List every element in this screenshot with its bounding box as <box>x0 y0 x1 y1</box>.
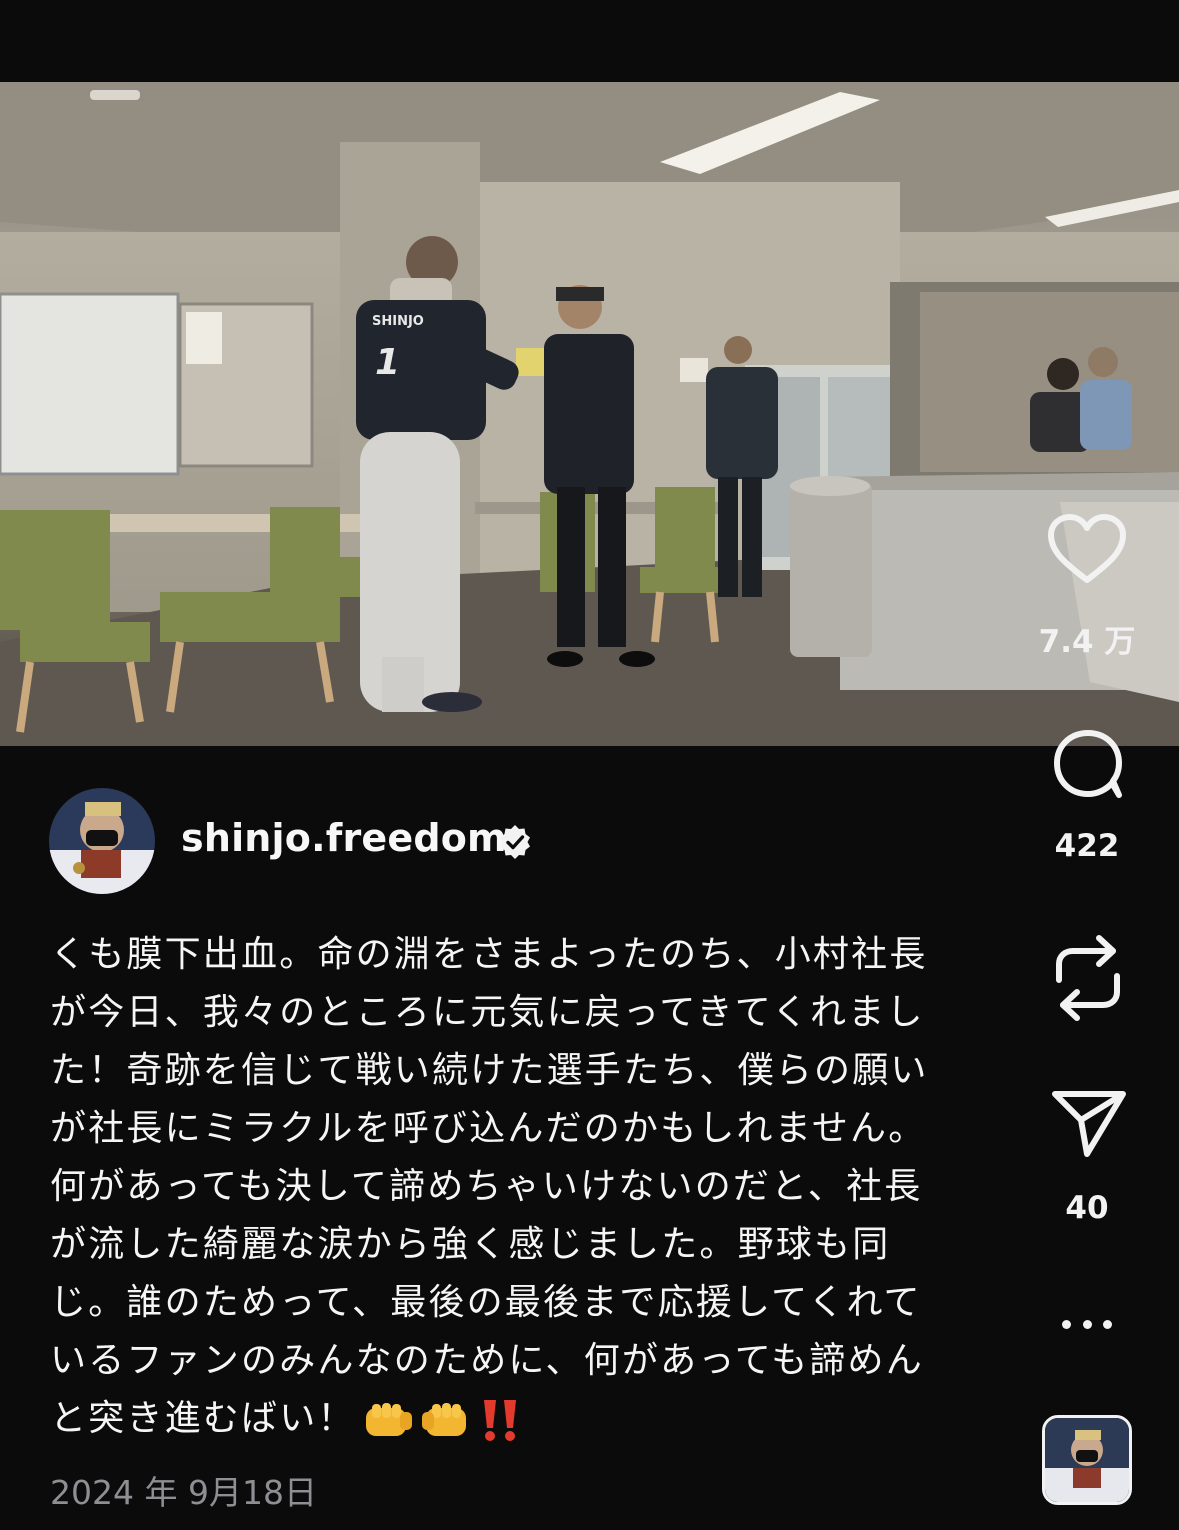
share-button[interactable] <box>1051 1088 1127 1158</box>
video-scene: SHINJO 1 <box>0 82 1179 746</box>
post-caption: くも膜下出血。命の淵をさまよったのち、小村社長 が今日、我々のところに元気に戻っ… <box>50 926 960 1448</box>
status-bar-area <box>0 0 1179 82</box>
caption-line: が今日、我々のところに元気に戻ってきてくれまし <box>50 992 925 1033</box>
fist-bump-emoji-icon <box>365 1403 412 1436</box>
caption-line: じ。誰のためって、最後の最後まで応援してくれて <box>50 1282 922 1323</box>
reel-video[interactable]: SHINJO 1 <box>0 82 1179 746</box>
audio-avatar-image <box>1045 1418 1129 1502</box>
like-count: 7.4 万 <box>1038 624 1136 660</box>
caption-line: と突き進むばい！ <box>50 1398 356 1439</box>
author-username[interactable]: shinjo.freedom <box>181 816 507 860</box>
paper-plane-icon <box>1052 1091 1126 1157</box>
post-date: 2024 年 9月18日 <box>50 1473 317 1512</box>
comment-button[interactable] <box>1051 728 1125 800</box>
caption-line-last: と突き進むばい！ <box>50 1390 960 1448</box>
heart-icon <box>1048 514 1126 583</box>
share-count: 40 <box>1065 1190 1109 1226</box>
caption-line: た！奇跡を信じて戦い続けた選手たち、僕らの願い <box>50 1050 929 1091</box>
more-icon[interactable] <box>1062 1318 1112 1332</box>
jersey-number: 1 <box>375 342 400 383</box>
caption-line: が流した綺麗な涙から強く感じました。野球も同 <box>50 1224 891 1265</box>
caption-line: が社長にミラクルを呼び込んだのかもしれません。 <box>50 1108 927 1149</box>
caption-line: 何があっても決して諦めちゃいけないのだと、社長 <box>50 1166 923 1207</box>
caption-line: いるファンのみんなのために、何があっても諦めん <box>50 1340 924 1381</box>
comment-bubble-icon <box>1054 730 1122 798</box>
fist-bump-emoji-icon <box>421 1403 466 1436</box>
profile-image <box>49 788 155 894</box>
jersey-name: SHINJO <box>372 314 424 329</box>
verified-badge-icon <box>496 823 534 861</box>
like-button[interactable] <box>1046 510 1128 588</box>
caption-line: くも膜下出血。命の淵をさまよったのち、小村社長 <box>50 934 928 975</box>
audio-thumbnail[interactable] <box>1042 1415 1132 1505</box>
repost-button[interactable] <box>1051 934 1125 1022</box>
avatar[interactable] <box>49 788 155 894</box>
comment-count: 422 <box>1054 828 1120 864</box>
repost-icon <box>1056 935 1120 1021</box>
double-exclamation-emoji-icon <box>483 1400 516 1441</box>
